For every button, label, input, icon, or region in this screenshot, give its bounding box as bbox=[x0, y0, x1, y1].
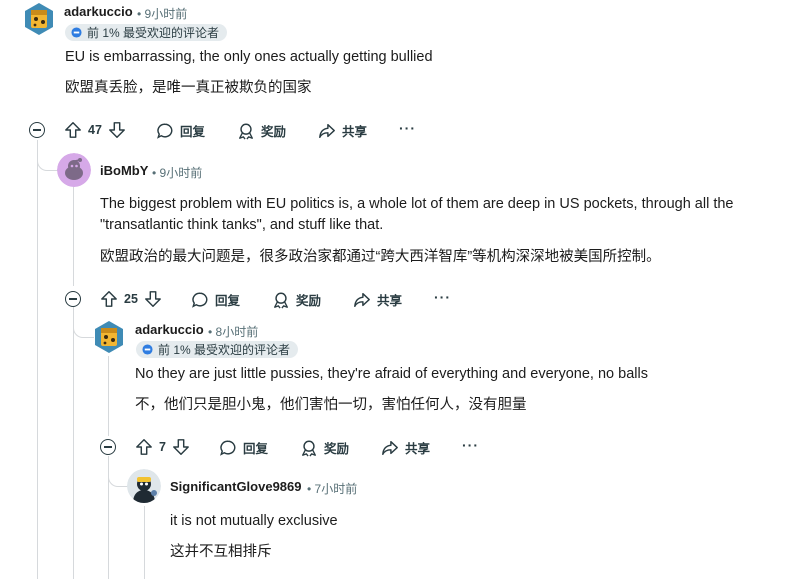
username[interactable]: SignificantGlove9869 bbox=[170, 479, 302, 494]
timestamp: • 8小时前 bbox=[208, 325, 259, 339]
comment-icon bbox=[220, 440, 236, 456]
top-commenter-badge: 前 1% 最受欢迎的评论者 bbox=[65, 24, 228, 41]
avatar[interactable] bbox=[57, 153, 91, 187]
comment-text-en: EU is embarrassing, the only ones actual… bbox=[65, 49, 433, 65]
share-icon bbox=[382, 440, 398, 455]
thread-connector bbox=[108, 456, 128, 487]
award-button[interactable]: 奖励 bbox=[300, 438, 349, 457]
reply-button[interactable]: 回复 bbox=[156, 121, 205, 140]
comment-text-en: it is not mutually exclusive bbox=[170, 513, 338, 529]
share-label: 共享 bbox=[405, 442, 431, 456]
thread-line bbox=[37, 140, 38, 579]
share-button[interactable]: 共享 bbox=[353, 290, 402, 309]
username[interactable]: iBoMbY bbox=[100, 163, 148, 178]
timestamp: • 9小时前 bbox=[152, 166, 203, 180]
thread-line bbox=[108, 356, 109, 436]
award-button[interactable]: 奖励 bbox=[237, 121, 286, 140]
comment-text-zh: 这并不互相排斥 bbox=[170, 544, 272, 560]
vote-count: 47 bbox=[88, 123, 102, 137]
comment-icon bbox=[192, 292, 208, 308]
avatar[interactable] bbox=[92, 320, 126, 354]
collapse-icon[interactable] bbox=[100, 439, 116, 455]
avatar[interactable] bbox=[22, 2, 56, 36]
award-label: 奖励 bbox=[296, 294, 322, 308]
share-label: 共享 bbox=[342, 125, 368, 139]
username[interactable]: adarkuccio bbox=[64, 4, 133, 19]
more-icon[interactable]: ··· bbox=[462, 437, 479, 453]
reply-button[interactable]: 回复 bbox=[219, 438, 268, 457]
upvote-icon[interactable] bbox=[135, 438, 153, 456]
comment-icon bbox=[157, 123, 173, 139]
award-button[interactable]: 奖励 bbox=[272, 290, 321, 309]
downvote-icon[interactable] bbox=[172, 438, 190, 456]
thread-connector bbox=[37, 140, 58, 171]
upvote-icon[interactable] bbox=[64, 121, 82, 139]
vote-count: 25 bbox=[124, 292, 138, 306]
award-icon bbox=[274, 292, 288, 309]
top-commenter-badge: 前 1% 最受欢迎的评论者 bbox=[136, 341, 299, 358]
thread-line bbox=[73, 186, 74, 286]
reply-button[interactable]: 回复 bbox=[191, 290, 240, 309]
more-icon[interactable]: ··· bbox=[434, 289, 451, 305]
collapse-icon[interactable] bbox=[29, 122, 45, 138]
badge-label: 前 1% 最受欢迎的评论者 bbox=[158, 343, 291, 357]
share-button[interactable]: 共享 bbox=[381, 438, 430, 457]
comment-text-zh: 不，他们只是胆小鬼，他们害怕一切，害怕任何人，没有胆量 bbox=[135, 397, 527, 413]
comment-text-en: The biggest problem with EU politics is,… bbox=[100, 196, 734, 233]
thread-line bbox=[144, 506, 145, 579]
vote-group: 7 bbox=[135, 438, 196, 456]
more-icon[interactable]: ··· bbox=[399, 120, 416, 136]
share-icon bbox=[354, 292, 370, 307]
comment-text-en: No they are just little pussies, they're… bbox=[135, 366, 648, 382]
vote-count: 7 bbox=[159, 440, 166, 454]
award-icon bbox=[239, 123, 253, 140]
thread-connector bbox=[73, 307, 94, 338]
reply-label: 回复 bbox=[180, 125, 206, 139]
upvote-icon[interactable] bbox=[100, 290, 118, 308]
badge-icon bbox=[142, 344, 153, 355]
reply-label: 回复 bbox=[243, 442, 269, 456]
share-label: 共享 bbox=[377, 294, 403, 308]
comment-text-zh: 欧盟真丢脸，是唯一真正被欺负的国家 bbox=[65, 80, 312, 96]
downvote-icon[interactable] bbox=[144, 290, 162, 308]
thread-line bbox=[73, 307, 74, 579]
share-icon bbox=[319, 123, 335, 138]
timestamp: • 7小时前 bbox=[307, 482, 358, 496]
award-label: 奖励 bbox=[324, 442, 350, 456]
badge-label: 前 1% 最受欢迎的评论者 bbox=[87, 26, 220, 40]
vote-group: 47 bbox=[64, 121, 132, 139]
downvote-icon[interactable] bbox=[108, 121, 126, 139]
timestamp: • 9小时前 bbox=[137, 7, 188, 21]
award-label: 奖励 bbox=[261, 125, 287, 139]
avatar[interactable] bbox=[127, 469, 161, 503]
award-icon bbox=[302, 440, 316, 457]
reply-label: 回复 bbox=[215, 294, 241, 308]
share-button[interactable]: 共享 bbox=[318, 121, 367, 140]
badge-icon bbox=[71, 27, 82, 38]
vote-group: 25 bbox=[100, 290, 168, 308]
username[interactable]: adarkuccio bbox=[135, 322, 204, 337]
comment-text-zh: 欧盟政治的最大问题是，很多政治家都通过“跨大西洋智库”等机构深深地被美国所控制。 bbox=[100, 249, 661, 265]
collapse-icon[interactable] bbox=[65, 291, 81, 307]
